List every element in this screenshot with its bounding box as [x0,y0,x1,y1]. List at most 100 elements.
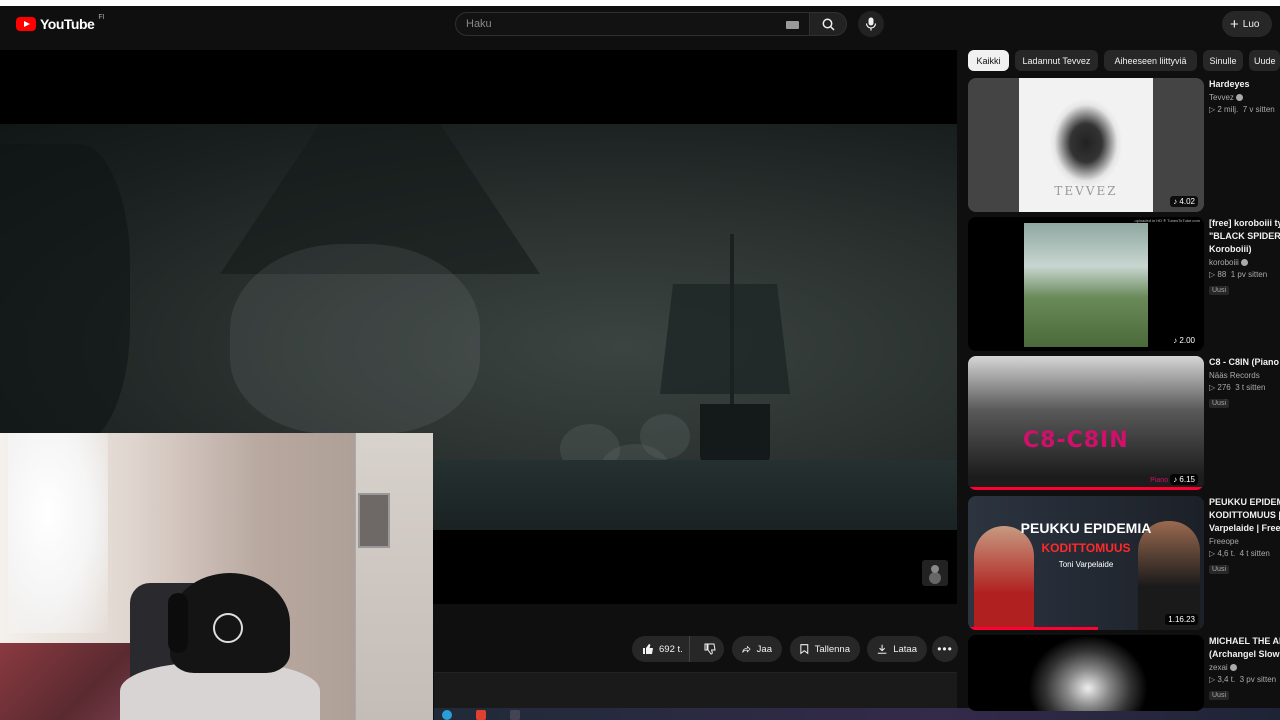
rec-thumbnail[interactable]: C8-C8IN Piano ♪ 6.15 [968,356,1204,490]
taskbar-folder-icon[interactable] [510,710,520,720]
rec-title-line[interactable]: MICHAEL THE AI [1209,635,1280,648]
search-button[interactable] [809,12,847,36]
create-button[interactable]: + Luo [1222,11,1272,37]
watch-progress-bar [968,627,1098,630]
taskbar-edge-icon[interactable] [442,710,452,720]
verified-icon [1235,94,1243,101]
download-button[interactable]: Lataa [867,636,927,662]
share-button[interactable]: Jaa [732,636,782,662]
upload-age: 1 pv sitten [1230,270,1268,279]
rec-title-line[interactable]: KODITTOMUUS | [1209,509,1280,522]
verified-icon [1240,259,1248,266]
upload-age: 7 v sitten [1242,105,1275,114]
youtube-logo[interactable]: YouTube FI [16,13,105,32]
more-dots-icon: ••• [937,642,953,656]
channel-name: Nääs Records [1209,371,1260,380]
video-scene-smoke [640,414,690,459]
search-icon [822,18,835,31]
rec-title-line[interactable]: [free] koroboiii ty [1209,217,1280,230]
related-filter-chips: Kaikki Ladannut Tevvez Aiheeseen liittyv… [966,50,1280,72]
rec-item[interactable]: TEVVEZ ♪ 4.02 Hardeyes Tevvez ▷ 2 milj. … [968,78,1280,212]
rec-thumbnail[interactable] [968,635,1204,711]
upload-age: 3 pv sitten [1239,675,1277,684]
video-scene-shadow [0,144,130,444]
thumbnail-subtext: Piano [1150,477,1168,484]
duration-text: 6.15 [1179,475,1195,484]
rec-thumbnail[interactable]: uploaded in HD ® TunesToTube.com ♪ 2.00 [968,217,1204,351]
search-placeholder: Haku [466,18,492,30]
youtube-play-icon [16,17,36,31]
rec-title[interactable]: Hardeyes [1209,78,1280,91]
rec-title[interactable]: C8 - C8IN (Piano [1209,356,1280,369]
thumbnail-art: TEVVEZ [1019,78,1153,212]
region-code: FI [98,13,105,21]
more-actions-button[interactable]: ••• [932,636,958,662]
rec-item[interactable]: PEUKKU EPIDEMIA KODITTOMUUS Toni Varpela… [968,496,1280,630]
like-count: 692 t. [659,643,683,655]
search-input[interactable]: Haku [455,12,810,36]
chip-uploaded-by[interactable]: Ladannut Tevvez [1015,50,1098,71]
channel-name: koroboiii [1209,258,1239,267]
webcam-oven [358,493,390,548]
rec-title-line[interactable]: Koroboiii) [1209,243,1280,256]
thumbnail-art [1024,223,1148,347]
chip-label: Ladannut Tevvez [1022,55,1091,66]
video-scene-face [230,244,480,434]
rec-channel[interactable]: koroboiii [1209,258,1280,267]
upload-age: 4 t sitten [1239,549,1270,558]
verified-icon [1229,664,1237,671]
rec-title-line[interactable]: PEUKKU EPIDEMI [1209,496,1280,509]
chip-related[interactable]: Aiheeseen liittyviä [1104,50,1197,71]
rec-title-line[interactable]: (Archangel Slow [1209,648,1280,661]
plus-icon: + [1230,15,1239,33]
watch-progress-bar [968,487,1204,490]
dislike-button[interactable] [696,643,724,655]
webcam-window-light [8,433,108,633]
save-button[interactable]: Tallenna [790,636,860,662]
thumbnail-text: PEUKKU EPIDEMIA [1020,520,1152,536]
rec-meta: C8 - C8IN (Piano Nääs Records ▷ 276 3 t … [1209,356,1280,410]
view-count: 276 [1217,383,1231,392]
winged-figure-art [1049,98,1123,188]
rec-channel[interactable]: Tevvez [1209,93,1280,102]
chip-all[interactable]: Kaikki [968,50,1009,71]
like-button[interactable]: 692 t. [632,636,690,662]
duration-badge: ♪ 4.02 [1170,196,1198,207]
new-badge: Uusi [1209,286,1230,295]
rec-thumbnail[interactable]: TEVVEZ ♪ 4.02 [968,78,1204,212]
rec-channel[interactable]: Nääs Records [1209,371,1280,380]
view-count: 3,4 t. [1217,675,1236,684]
rec-thumbnail[interactable]: PEUKKU EPIDEMIA KODITTOMUUS Toni Varpela… [968,496,1204,630]
video-scene-sail [660,284,790,394]
rec-title-line[interactable]: Varpelaide | Free [1209,522,1280,535]
upload-age: 3 t sitten [1235,383,1266,392]
thumbnail-text: TEVVEZ [1054,184,1118,198]
description-box[interactable] [434,672,957,712]
rec-channel[interactable]: Freeope [1209,537,1280,546]
new-badge: Uusi [1209,691,1230,700]
keyboard-icon[interactable] [786,21,799,29]
rec-item[interactable]: C8-C8IN Piano ♪ 6.15 C8 - C8IN (Piano Nä… [968,356,1280,490]
thumbnail-subtext: KODITTOMUUS [1041,541,1131,555]
taskbar-app-icon[interactable] [476,710,486,720]
rec-item[interactable]: MICHAEL THE AI (Archangel Slow zexai ▷ 3… [968,635,1280,711]
rec-title-line[interactable]: "BLACK SPIDER" [1209,230,1280,243]
rec-meta: Hardeyes Tevvez ▷ 2 milj. 7 v sitten [1209,78,1280,114]
rec-item[interactable]: uploaded in HD ® TunesToTube.com ♪ 2.00 … [968,217,1280,351]
voice-search-button[interactable] [858,11,884,37]
thumbnail-art [1028,635,1148,711]
view-count: 2 milj. [1217,105,1239,114]
rec-channel[interactable]: zexai [1209,663,1280,672]
like-dislike-group: 692 t. [632,636,724,662]
chip-label: Uude [1254,55,1276,66]
thumbnail-text: C8-C8IN [1023,428,1129,453]
chip-label: Kaikki [976,55,1001,66]
thumbnail-subtext-2: Toni Varpelaide [1058,560,1114,569]
new-badge: Uusi [1209,565,1230,574]
chip-for-you[interactable]: Sinulle [1203,50,1243,71]
channel-watermark[interactable] [922,560,948,586]
download-label: Lataa [893,643,917,655]
chip-newest[interactable]: Uude [1249,50,1280,71]
rec-views: ▷ 276 3 t sitten [1209,383,1266,392]
duration-badge: 1.16.23 [1165,614,1198,625]
